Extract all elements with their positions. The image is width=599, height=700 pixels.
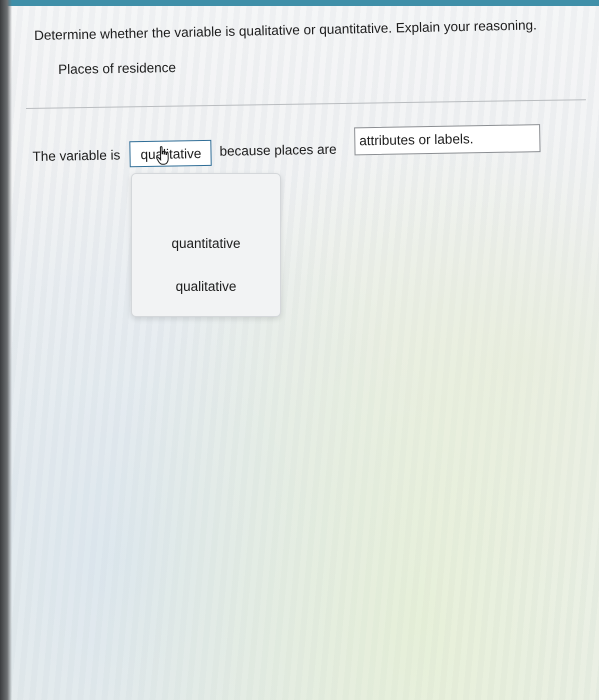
dropdown-menu: quantitative qualitative xyxy=(131,173,281,317)
question-subject: Places of residence xyxy=(58,59,177,77)
menu-option-qualitative[interactable]: qualitative xyxy=(132,279,280,303)
answer-sentence: The variable is qualitative because plac… xyxy=(32,116,573,175)
menu-option-quantitative[interactable]: quantitative xyxy=(132,236,280,260)
header-accent-bar xyxy=(0,0,599,6)
hand-pointer-icon xyxy=(156,146,169,165)
screen-background xyxy=(0,0,599,700)
answer-middle-text: because places are xyxy=(219,141,337,159)
reason-answer-value: attributes or labels. xyxy=(359,131,474,149)
answer-prefix: The variable is xyxy=(32,147,121,164)
reason-answer-box[interactable]: attributes or labels. xyxy=(354,124,541,156)
monitor-bezel xyxy=(0,0,12,700)
variable-type-dropdown[interactable]: qualitative xyxy=(129,139,212,168)
